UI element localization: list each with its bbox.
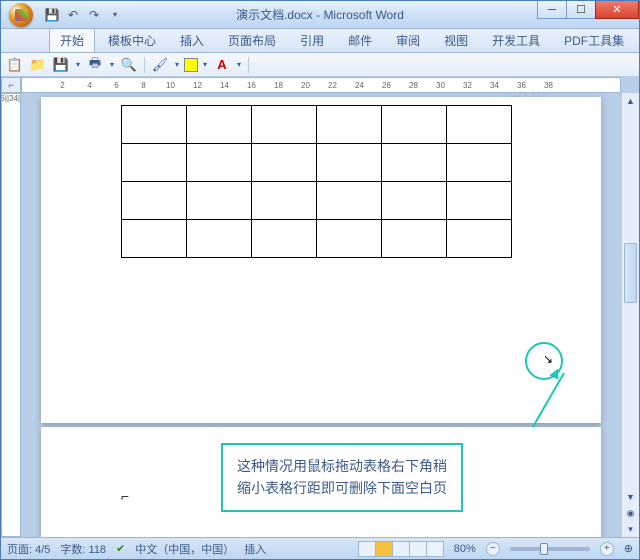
- brush-icon[interactable]: 🖌: [150, 55, 170, 75]
- zoom-fit-icon[interactable]: ⊕: [624, 542, 633, 555]
- separator: [248, 57, 249, 73]
- undo-icon[interactable]: ↶: [64, 6, 82, 24]
- vertical-ruler[interactable]: |34||36||38||40||42||44||46||48|: [1, 93, 21, 537]
- preview-icon[interactable]: 🔍: [119, 55, 139, 75]
- qat-dropdown-icon[interactable]: ▾: [106, 6, 124, 24]
- view-fullscreen-button[interactable]: [375, 541, 393, 557]
- close-button[interactable]: ✕: [595, 1, 639, 19]
- status-page[interactable]: 页面: 4/5: [7, 541, 50, 557]
- scroll-up-icon[interactable]: ▲: [622, 93, 639, 109]
- zoom-slider-thumb[interactable]: [540, 543, 548, 555]
- ribbon-tab[interactable]: 审阅: [385, 28, 431, 52]
- paste-icon[interactable]: 📋: [5, 55, 25, 75]
- tip-line: 缩小表格行距即可删除下面空白页: [237, 477, 447, 499]
- save-icon[interactable]: 💾: [51, 55, 71, 75]
- redo-icon[interactable]: ↷: [85, 6, 103, 24]
- dropdown-icon[interactable]: ▾: [235, 55, 243, 75]
- ribbon-tab[interactable]: 模板中心: [97, 28, 167, 52]
- quick-access-toolbar: 💾 ↶ ↷ ▾: [43, 6, 124, 24]
- view-buttons: [359, 541, 444, 557]
- app-window: 💾 ↶ ↷ ▾ 演示文档.docx - Microsoft Word ─ ☐ ✕…: [0, 0, 640, 560]
- scrollbar-thumb[interactable]: [624, 243, 637, 303]
- view-outline-button[interactable]: [409, 541, 427, 557]
- document-page: ↘: [41, 97, 601, 423]
- dropdown-icon[interactable]: ▾: [108, 55, 116, 75]
- window-controls: ─ ☐ ✕: [538, 1, 639, 19]
- dropdown-icon[interactable]: ▾: [74, 55, 82, 75]
- maximize-button[interactable]: ☐: [566, 1, 596, 19]
- horizontal-ruler[interactable]: 2468101214161820222426283032343638: [21, 77, 621, 93]
- view-print-layout-button[interactable]: [358, 541, 376, 557]
- ribbon-tabs: 开始模板中心插入页面布局引用邮件审阅视图开发工具PDF工具集: [1, 29, 639, 53]
- ribbon-tab[interactable]: 开始: [49, 28, 95, 52]
- dropdown-icon[interactable]: ▾: [173, 55, 181, 75]
- status-words[interactable]: 字数: 118: [60, 541, 106, 557]
- document-table[interactable]: [121, 105, 512, 258]
- ribbon-tab[interactable]: 视图: [433, 28, 479, 52]
- zoom-slider[interactable]: [510, 547, 590, 551]
- document-area[interactable]: 系统部落 xitongbuluo.com 系统部落 xitongbuluo.co…: [21, 93, 621, 537]
- save-icon[interactable]: 💾: [43, 6, 61, 24]
- ribbon-tab[interactable]: 引用: [289, 28, 335, 52]
- office-button[interactable]: [1, 1, 41, 29]
- font-color-icon[interactable]: A: [212, 55, 232, 75]
- resize-cursor-icon: ↘: [543, 352, 553, 366]
- ruler-corner-button[interactable]: ⌐: [1, 77, 21, 93]
- vertical-scrollbar[interactable]: ▲ ▼ ◉ ▾: [621, 93, 639, 537]
- highlight-color-swatch[interactable]: [184, 58, 198, 72]
- toolbar: 📋 📁 💾 ▾ 🖶 ▾ 🔍 🖌 ▾ ▾ A ▾: [1, 53, 639, 77]
- titlebar: 💾 ↶ ↷ ▾ 演示文档.docx - Microsoft Word ─ ☐ ✕: [1, 1, 639, 29]
- proofing-icon[interactable]: ✔: [116, 542, 125, 555]
- ribbon-tab[interactable]: PDF工具集: [553, 28, 635, 52]
- tip-line: 这种情况用鼠标拖动表格右下角稍: [237, 455, 447, 477]
- minimize-button[interactable]: ─: [537, 1, 567, 19]
- zoom-percent[interactable]: 80%: [454, 543, 476, 555]
- status-insert-mode[interactable]: 插入: [244, 541, 266, 557]
- next-page-icon[interactable]: ▾: [622, 521, 639, 537]
- annotation-tip-box: 这种情况用鼠标拖动表格右下角稍 缩小表格行距即可删除下面空白页: [221, 443, 463, 512]
- status-language[interactable]: 中文（中国，中国）: [135, 541, 234, 557]
- document-workspace: ⌐ 2468101214161820222426283032343638 |34…: [1, 77, 639, 537]
- scroll-down-icon[interactable]: ▼: [622, 489, 639, 505]
- folder-icon[interactable]: 📁: [28, 55, 48, 75]
- ribbon-tab[interactable]: 页面布局: [217, 28, 287, 52]
- statusbar: 页面: 4/5 字数: 118 ✔ 中文（中国，中国） 插入 80% − + ⊕: [1, 537, 639, 559]
- zoom-out-button[interactable]: −: [486, 542, 500, 556]
- view-web-button[interactable]: [392, 541, 410, 557]
- office-orb-icon: [9, 3, 33, 27]
- view-draft-button[interactable]: [426, 541, 444, 557]
- zoom-in-button[interactable]: +: [600, 542, 614, 556]
- print-icon[interactable]: 🖶: [85, 55, 105, 75]
- separator: [144, 57, 145, 73]
- prev-page-icon[interactable]: ◉: [622, 505, 639, 521]
- dropdown-icon[interactable]: ▾: [201, 55, 209, 75]
- ribbon-tab[interactable]: 插入: [169, 28, 215, 52]
- text-cursor-icon: ⌐: [121, 488, 129, 504]
- ribbon-tab[interactable]: 开发工具: [481, 28, 551, 52]
- ribbon-tab[interactable]: 邮件: [337, 28, 383, 52]
